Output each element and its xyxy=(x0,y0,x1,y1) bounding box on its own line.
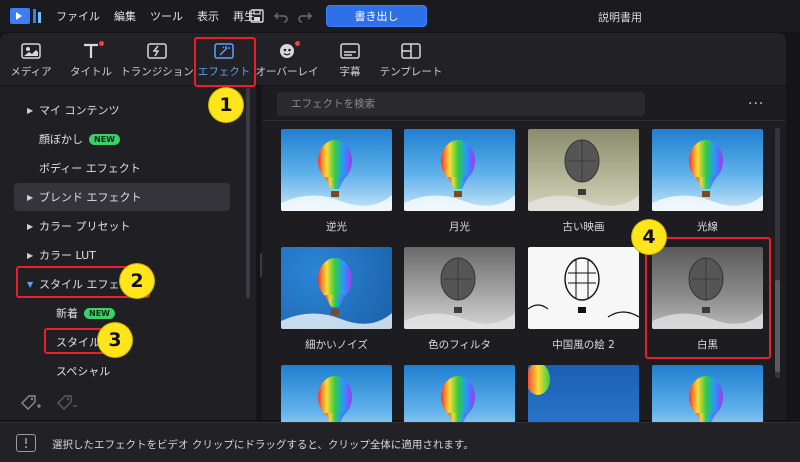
caret-right-icon: ▶ xyxy=(27,105,34,115)
effect-thumbnail xyxy=(528,129,639,211)
category-label: 新着 xyxy=(56,307,78,320)
effect-label: 色のフィルタ xyxy=(428,339,491,351)
subcategory-new[interactable]: 新着 NEW xyxy=(56,305,115,321)
tab-title[interactable]: タイトル xyxy=(66,33,116,85)
effect-thumbnail xyxy=(652,129,763,211)
room-tab-bar: メディア タイトル トランジション エフェクト オーバーレイ 字幕 テンプレート xyxy=(0,33,786,85)
effect-label: 中国風の絵 2 xyxy=(552,339,615,351)
media-icon xyxy=(20,41,42,61)
tab-subtitle[interactable]: 字幕 xyxy=(330,33,370,85)
callout-4: 4 xyxy=(632,220,666,254)
tab-transition[interactable]: トランジション xyxy=(120,33,194,85)
title-bar: ファイル 編集 ツール 表示 再生 書き出し 説明書用 xyxy=(0,0,800,32)
status-message: 選択したエフェクトをビデオ クリップにドラッグすると、クリップ全体に適用されます… xyxy=(52,439,474,451)
effect-thumbnail xyxy=(281,129,392,211)
redo-icon[interactable] xyxy=(297,8,313,24)
category-label: マイ コンテンツ xyxy=(39,104,120,117)
effect-thumbnail xyxy=(404,129,515,211)
menu-view[interactable]: 表示 xyxy=(197,8,219,24)
export-button[interactable]: 書き出し xyxy=(326,5,427,27)
overlay-icon xyxy=(276,41,300,61)
category-label: カラー LUT xyxy=(39,249,96,262)
caret-right-icon: ▶ xyxy=(27,192,34,202)
title-icon xyxy=(80,41,104,61)
category-label: カラー プリセット xyxy=(39,220,131,233)
effect-thumbnail xyxy=(281,247,392,329)
tab-label: オーバーレイ xyxy=(255,66,319,78)
divider xyxy=(262,120,786,121)
subtitle-icon xyxy=(339,41,361,61)
effect-thumbnail xyxy=(528,247,639,329)
remove-tag-icon[interactable] xyxy=(56,394,78,412)
tab-template[interactable]: テンプレート xyxy=(379,33,443,85)
callout-2: 2 xyxy=(120,264,154,298)
effect-label: 古い映画 xyxy=(562,221,605,233)
callout-1: 1 xyxy=(209,88,243,122)
project-title: 説明書用 xyxy=(598,11,642,24)
effect-search-input[interactable]: エフェクトを検索 xyxy=(277,92,645,116)
effect-label: 細かいノイズ xyxy=(305,339,368,351)
menu-edit[interactable]: 編集 xyxy=(114,8,136,24)
save-icon[interactable] xyxy=(249,8,265,24)
menu-file[interactable]: ファイル xyxy=(56,8,100,24)
more-options-icon[interactable]: ··· xyxy=(748,96,764,112)
category-color-preset[interactable]: ▶ カラー プリセット xyxy=(27,218,131,234)
add-tag-icon[interactable] xyxy=(20,394,42,412)
caret-right-icon: ▶ xyxy=(27,250,34,260)
category-label: ボディー エフェクト xyxy=(39,162,141,175)
menu-tools[interactable]: ツール xyxy=(150,8,183,24)
caret-right-icon: ▶ xyxy=(27,221,34,231)
category-label: スペシャル xyxy=(56,365,111,378)
category-label: 顔ぼかし xyxy=(39,133,83,146)
tab-label: トランジション xyxy=(120,66,194,78)
menu-bar: ファイル 編集 ツール 表示 再生 xyxy=(56,0,255,32)
effect-grid-scrollbar[interactable] xyxy=(775,128,780,378)
new-dot-indicator xyxy=(295,41,300,46)
tab-label: 字幕 xyxy=(339,66,361,78)
category-label: ブレンド エフェクト xyxy=(39,191,142,204)
tab-media[interactable]: メディア xyxy=(8,33,54,85)
annotation-box-style xyxy=(44,328,106,354)
undo-icon[interactable] xyxy=(273,8,289,24)
status-bar: 選択したエフェクトをビデオ クリップにドラッグすると、クリップ全体に適用されます… xyxy=(0,422,800,462)
new-badge: NEW xyxy=(89,133,120,145)
scrollbar-thumb[interactable] xyxy=(775,280,780,372)
info-icon xyxy=(16,434,36,452)
category-scrollbar[interactable] xyxy=(246,88,250,298)
new-dot-indicator xyxy=(99,41,104,46)
effect-label: 光線 xyxy=(697,221,718,233)
tab-label: テンプレート xyxy=(379,66,443,78)
category-my-contents[interactable]: ▶ マイ コンテンツ xyxy=(27,102,120,118)
effect-label: 逆光 xyxy=(326,221,347,233)
tab-label: タイトル xyxy=(70,66,112,78)
category-blend-effect[interactable]: ▶ ブレンド エフェクト xyxy=(27,189,142,205)
annotation-box-effect-tab xyxy=(194,37,256,87)
category-color-lut[interactable]: ▶ カラー LUT xyxy=(27,247,96,263)
template-icon xyxy=(400,41,422,61)
tab-overlay[interactable]: オーバーレイ xyxy=(256,33,318,85)
transition-icon xyxy=(146,41,168,61)
category-face-blur[interactable]: 顔ぼかし NEW xyxy=(39,131,120,147)
callout-3: 3 xyxy=(98,323,132,357)
app-logo-icon xyxy=(10,8,41,24)
effect-thumbnail xyxy=(404,247,515,329)
subcategory-special[interactable]: スペシャル xyxy=(56,363,110,379)
category-body-effect[interactable]: ボディー エフェクト xyxy=(39,160,141,176)
tab-label: メディア xyxy=(10,66,52,78)
tag-tools xyxy=(20,394,78,412)
effect-label: 月光 xyxy=(449,221,470,233)
annotation-box-mono xyxy=(645,237,771,359)
new-badge: NEW xyxy=(84,307,115,319)
